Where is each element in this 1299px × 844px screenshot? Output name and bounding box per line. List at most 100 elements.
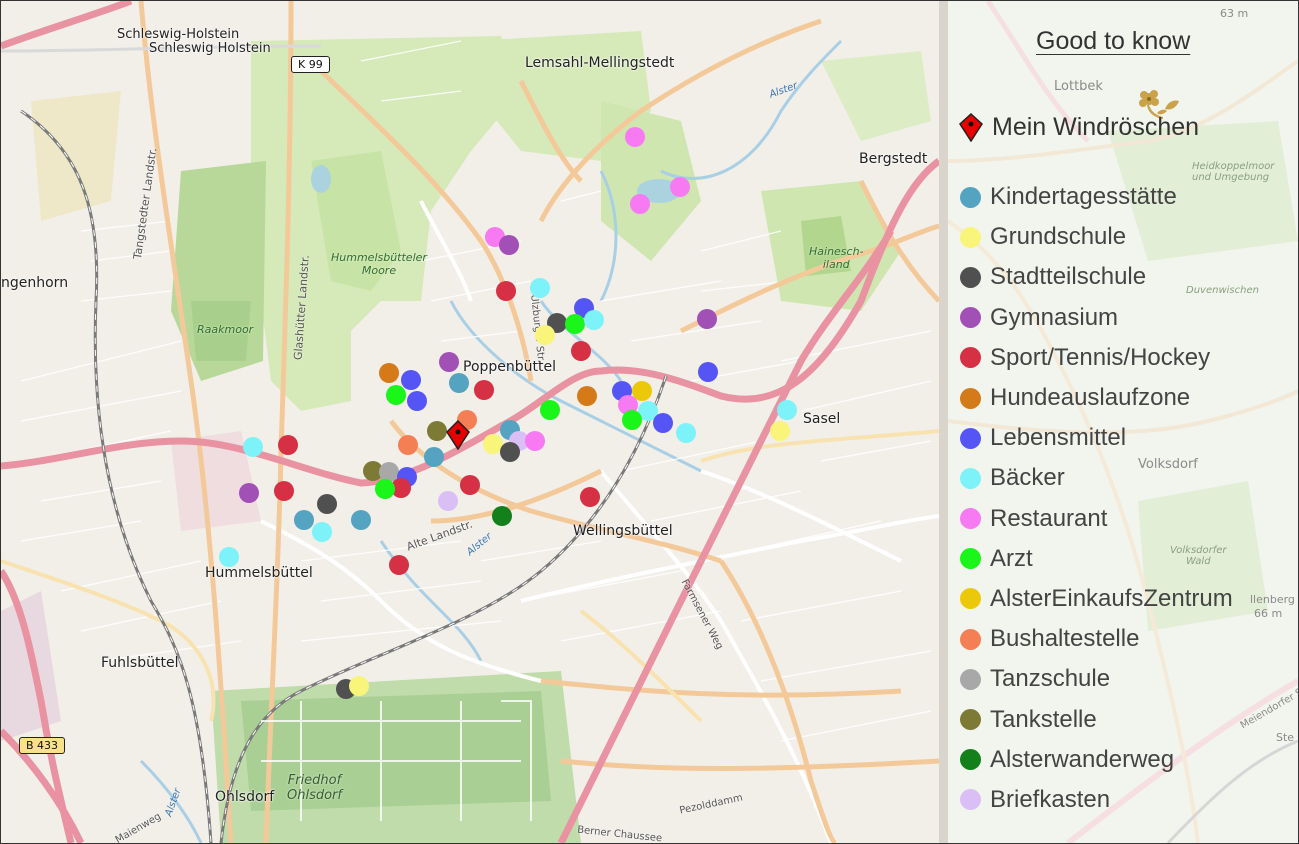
legend-item-label: Restaurant [990, 504, 1108, 532]
poi-marker-gymnasium[interactable] [697, 309, 717, 329]
legend-dot-icon [960, 628, 981, 650]
place-label: ngenhorn [1, 275, 69, 291]
poi-marker-gymnasium[interactable] [239, 483, 259, 503]
poi-marker-kita[interactable] [449, 373, 469, 393]
poi-marker-kita[interactable] [351, 510, 371, 530]
poi-marker-lebensmittel[interactable] [407, 391, 427, 411]
legend-item-briefkasten[interactable]: Briefkasten [960, 780, 1233, 820]
poi-marker-briefkasten[interactable] [438, 491, 458, 511]
panel-divider [939, 1, 948, 843]
place-label: Ohlsdorf [215, 789, 275, 805]
poi-marker-gymnasium[interactable] [439, 352, 459, 372]
legend-item-bushaltestelle[interactable]: Bushaltestelle [960, 619, 1233, 659]
legend-item-label: Hundeauslaufzone [990, 384, 1191, 412]
legend-item-tanzschule[interactable]: Tanzschule [960, 659, 1233, 699]
legend-panel: Lottbek 63 m Heidkoppelmoor und Umgebung… [948, 1, 1298, 843]
poi-marker-restaurant[interactable] [670, 177, 690, 197]
poi-marker-gymnasium[interactable] [499, 235, 519, 255]
poi-marker-baecker[interactable] [530, 278, 550, 298]
poi-marker-baecker[interactable] [584, 310, 604, 330]
poi-marker-lebensmittel[interactable] [698, 362, 718, 382]
poi-marker-hundeauslaufzone[interactable] [379, 363, 399, 383]
legend-item-grundschule[interactable]: Grundschule [960, 217, 1233, 257]
home-marker-icon[interactable] [446, 419, 470, 451]
legend-dot-icon [960, 307, 981, 329]
poi-marker-arzt[interactable] [386, 385, 406, 405]
green-area-label: Hummelsbütteler Moore [331, 251, 427, 277]
poi-marker-stadtteilschule[interactable] [500, 442, 520, 462]
place-label: Schleswig-Holstein [117, 27, 240, 42]
bg-elevation-label: 66 m [1254, 607, 1283, 620]
legend-dot-icon [960, 186, 981, 208]
poi-marker-sport[interactable] [571, 341, 591, 361]
poi-marker-grundschule[interactable] [349, 676, 369, 696]
poi-marker-kita[interactable] [294, 510, 314, 530]
legend-item-tankstelle[interactable]: Tankstelle [960, 699, 1233, 739]
place-label: Hummelsbüttel [205, 565, 313, 581]
legend-item-arzt[interactable]: Arzt [960, 539, 1233, 579]
poi-marker-restaurant[interactable] [525, 431, 545, 451]
place-label: Schleswig Holstein [149, 41, 271, 56]
poi-marker-restaurant[interactable] [630, 194, 650, 214]
poi-marker-sport[interactable] [580, 487, 600, 507]
place-label: Wellingsbüttel [573, 523, 673, 539]
poi-marker-arzt[interactable] [540, 400, 560, 420]
legend-dot-icon [960, 347, 981, 369]
legend-item-label: Bushaltestelle [990, 625, 1140, 653]
map-canvas[interactable]: Schleswig-Holstein Schleswig Holstein Le… [1, 1, 939, 843]
legend-item-hundeauslaufzone[interactable]: Hundeauslaufzone [960, 378, 1233, 418]
bg-elevation-label: 63 m [1220, 7, 1249, 20]
poi-marker-hundeauslaufzone[interactable] [577, 386, 597, 406]
poi-marker-sport[interactable] [474, 380, 494, 400]
poi-marker-grundschule[interactable] [535, 325, 555, 345]
poi-marker-sport[interactable] [278, 435, 298, 455]
legend-category-list: Kindertagesstätte Grundschule Stadtteilsch… [960, 177, 1233, 820]
legend-dot-icon [960, 588, 981, 610]
legend-item-label: Tanzschule [990, 665, 1111, 693]
poi-marker-alsterwanderweg[interactable] [492, 506, 512, 526]
legend-item-aez[interactable]: AlsterEinkaufsZentrum [960, 579, 1233, 619]
legend-item-stadtteilschule[interactable]: Stadtteilschule [960, 257, 1233, 297]
legend-item-gymnasium[interactable]: Gymnasium [960, 298, 1233, 338]
legend-item-label: Tankstelle [990, 705, 1097, 733]
poi-marker-kita[interactable] [424, 447, 444, 467]
poi-marker-lebensmittel[interactable] [401, 370, 421, 390]
poi-marker-sport[interactable] [496, 281, 516, 301]
legend-dot-icon [960, 749, 981, 771]
poi-marker-sport[interactable] [460, 475, 480, 495]
poi-marker-baecker[interactable] [676, 423, 696, 443]
legend-dot-icon [960, 266, 981, 288]
poi-marker-bushaltestelle[interactable] [398, 435, 418, 455]
poi-marker-baecker[interactable] [243, 437, 263, 457]
legend-dot-icon [960, 427, 981, 449]
legend-home-label: Mein Windröschen [992, 112, 1200, 141]
poi-marker-arzt[interactable] [565, 314, 585, 334]
poi-marker-stadtteilschule[interactable] [317, 494, 337, 514]
poi-marker-tankstelle[interactable] [427, 421, 447, 441]
legend-item-kita[interactable]: Kindertagesstätte [960, 177, 1233, 217]
poi-marker-restaurant[interactable] [625, 127, 645, 147]
poi-marker-arzt[interactable] [622, 410, 642, 430]
bg-place-label: llenberg [1250, 593, 1295, 606]
poi-marker-arzt[interactable] [375, 479, 395, 499]
poi-marker-baecker[interactable] [312, 522, 332, 542]
poi-marker-baecker[interactable] [777, 400, 797, 420]
legend-item-label: Lebensmittel [990, 424, 1127, 452]
poi-marker-grundschule[interactable] [770, 421, 790, 441]
legend-dot-icon [960, 226, 981, 248]
road-shield-k99: K 99 [291, 56, 330, 73]
place-label: Lemsahl-Mellingstedt [525, 55, 675, 71]
legend-item-restaurant[interactable]: Restaurant [960, 499, 1233, 539]
poi-marker-sport[interactable] [389, 555, 409, 575]
legend-item-lebensmittel[interactable]: Lebensmittel [960, 418, 1233, 458]
poi-marker-lebensmittel[interactable] [653, 413, 673, 433]
poi-marker-sport[interactable] [274, 481, 294, 501]
legend-dot-icon [960, 387, 981, 409]
legend-home-row[interactable]: Mein Windröschen [958, 111, 1199, 143]
legend-item-alsterwanderweg[interactable]: Alsterwanderweg [960, 740, 1233, 780]
green-area-label: Raakmoor [197, 323, 254, 336]
poi-marker-baecker[interactable] [219, 547, 239, 567]
legend-item-baecker[interactable]: Bäcker [960, 458, 1233, 498]
legend-item-sport[interactable]: Sport/Tennis/Hockey [960, 338, 1233, 378]
legend-item-label: AlsterEinkaufsZentrum [990, 584, 1233, 612]
